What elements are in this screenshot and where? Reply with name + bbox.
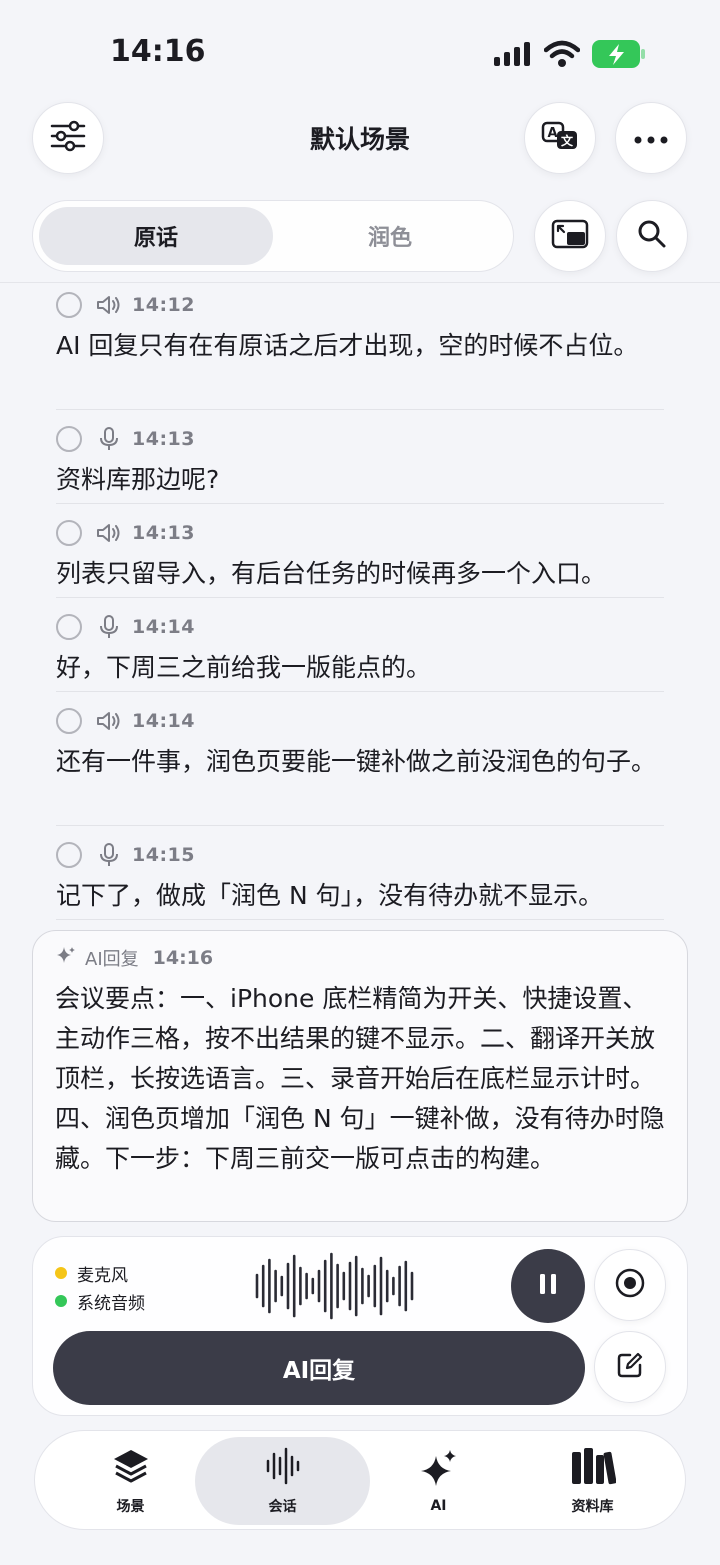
books-icon xyxy=(570,1446,616,1490)
tab-bar: 场景 会话 AI 资料库 xyxy=(34,1430,686,1530)
select-checkbox[interactable] xyxy=(56,708,82,734)
transcript-entry[interactable]: 14:13 资料库那边呢? xyxy=(56,424,664,500)
more-icon xyxy=(634,129,668,148)
sparkle-icon xyxy=(55,945,77,971)
battery-icon xyxy=(592,40,646,68)
entry-text: 资料库那边呢? xyxy=(56,465,220,494)
sparkles-icon xyxy=(419,1448,459,1492)
tab-session[interactable]: 会话 xyxy=(195,1437,370,1525)
audio-sources: 麦克风 系统音频 xyxy=(55,1259,145,1315)
page-title: 默认场景 xyxy=(309,125,410,154)
ai-reply-button[interactable]: AI回复 xyxy=(53,1331,585,1405)
ai-reply-card[interactable]: AI回复 14:16 会议要点：一、iPhone 底栏精简为开关、快捷设置、主动… xyxy=(32,930,688,1222)
pause-icon xyxy=(538,1272,558,1300)
tab-scene[interactable]: 场景 xyxy=(43,1437,218,1525)
record-button[interactable] xyxy=(594,1249,666,1321)
entry-divider xyxy=(56,597,664,598)
speaker-icon xyxy=(96,292,122,318)
entry-time: 14:14 xyxy=(132,616,195,638)
entry-text: 还有一件事，润色页要能一键补做之前没润色的句子。 xyxy=(56,747,657,776)
picture-in-picture-button[interactable] xyxy=(534,200,606,272)
entry-text: 好，下周三之前给我一版能点的。 xyxy=(56,653,432,682)
svg-text:A: A xyxy=(548,126,558,141)
translate-icon: A 文 xyxy=(541,120,579,156)
tab-label: 场景 xyxy=(116,1499,145,1515)
ai-reply-label: AI回复 xyxy=(85,949,139,970)
search-button[interactable] xyxy=(616,200,688,272)
more-button[interactable] xyxy=(615,102,687,174)
recording-panel: 麦克风 系统音频 AI回复 xyxy=(32,1236,688,1416)
pause-button[interactable] xyxy=(511,1249,585,1323)
transcript-entry[interactable]: 14:15 记下了，做成「润色 N 句」，没有待办就不显示。 xyxy=(56,840,664,916)
header-divider xyxy=(0,282,720,283)
tab-label: 资料库 xyxy=(571,1499,614,1515)
tab-library[interactable]: 资料库 xyxy=(505,1437,680,1525)
transcript-entry[interactable]: 14:13 列表只留导入，有后台任务的时候再多一个入口。 xyxy=(56,518,664,594)
view-segment: 原话 润色 xyxy=(32,200,514,272)
select-checkbox[interactable] xyxy=(56,842,82,868)
entry-divider xyxy=(56,691,664,692)
entry-text: 记下了，做成「润色 N 句」，没有待办就不显示。 xyxy=(56,881,604,910)
tab-label: AI xyxy=(430,1498,447,1514)
picture-in-picture-icon xyxy=(551,218,589,254)
microphone-icon xyxy=(96,614,122,640)
select-checkbox[interactable] xyxy=(56,520,82,546)
speaker-icon xyxy=(96,708,122,734)
entry-divider xyxy=(56,825,664,826)
tab-polish[interactable]: 润色 xyxy=(273,207,507,265)
wifi-icon xyxy=(543,40,581,68)
transcript-entry[interactable]: 14:12 AI 回复只有在有原话之后才出现，空的时候不占位。 xyxy=(56,290,664,366)
select-checkbox[interactable] xyxy=(56,292,82,318)
mic-dot xyxy=(55,1267,67,1279)
microphone-icon xyxy=(96,842,122,868)
edit-button[interactable] xyxy=(594,1331,666,1403)
system-dot xyxy=(55,1295,67,1307)
transcript-entry[interactable]: 14:14 好，下周三之前给我一版能点的。 xyxy=(56,612,664,688)
transcript-entry[interactable]: 14:14 还有一件事，润色页要能一键补做之前没润色的句子。 xyxy=(56,706,664,782)
entry-text: 列表只留导入，有后台任务的时候再多一个入口。 xyxy=(56,559,607,588)
entry-text: AI 回复只有在有原话之后才出现，空的时候不占位。 xyxy=(56,331,639,360)
entry-divider xyxy=(56,919,664,920)
status-time: 14:16 xyxy=(110,34,206,69)
ai-reply-time: 14:16 xyxy=(152,947,214,969)
translate-button[interactable]: A 文 xyxy=(524,102,596,174)
select-checkbox[interactable] xyxy=(56,426,82,452)
ai-reply-text: 会议要点：一、iPhone 底栏精简为开关、快捷设置、主动作三格，按不出结果的键… xyxy=(55,984,665,1173)
select-checkbox[interactable] xyxy=(56,614,82,640)
waveform-icon xyxy=(263,1446,303,1490)
tab-label: 会话 xyxy=(268,1499,297,1515)
source-label: 系统音频 xyxy=(77,1293,145,1314)
entry-time: 14:13 xyxy=(132,522,195,544)
entry-time: 14:15 xyxy=(132,844,195,866)
tab-ai[interactable]: AI xyxy=(351,1437,526,1525)
speaker-icon xyxy=(96,520,122,546)
tab-original[interactable]: 原话 xyxy=(39,207,273,265)
entry-time: 14:12 xyxy=(132,294,195,316)
entry-time: 14:14 xyxy=(132,710,195,732)
entry-divider xyxy=(56,503,664,504)
search-icon xyxy=(637,219,667,253)
source-label: 麦克风 xyxy=(77,1265,128,1286)
svg-text:文: 文 xyxy=(561,133,574,148)
waveform-visualizer xyxy=(253,1251,419,1321)
layers-icon xyxy=(111,1446,151,1490)
source-system: 系统音频 xyxy=(55,1287,145,1315)
edit-icon xyxy=(616,1351,644,1383)
microphone-icon xyxy=(96,426,122,452)
entry-time: 14:13 xyxy=(132,428,195,450)
entry-divider xyxy=(56,409,664,410)
record-icon xyxy=(615,1268,645,1302)
signal-icon xyxy=(494,42,532,66)
source-mic: 麦克风 xyxy=(55,1259,145,1287)
